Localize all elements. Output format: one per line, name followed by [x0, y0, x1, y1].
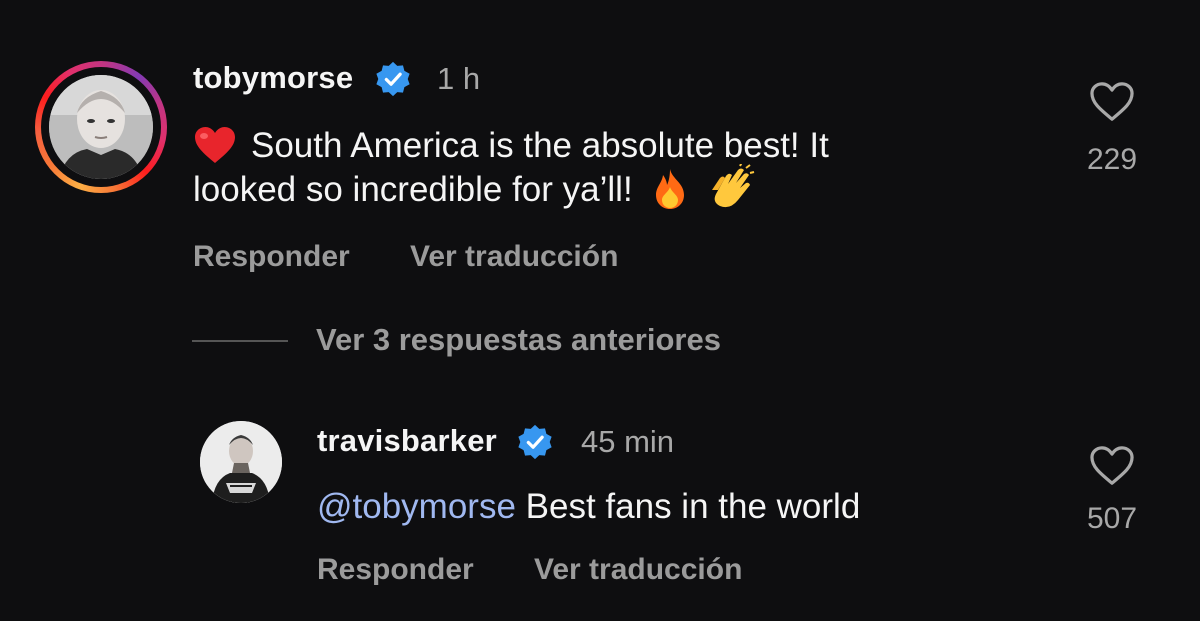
comment-text-line-1: South America is the absolute best! It — [251, 126, 829, 165]
comment-body: South America is the absolute best! It l… — [193, 124, 829, 212]
fire-emoji-icon — [656, 168, 685, 209]
comment-text-line-2: looked so incredible for ya’ll! — [193, 170, 633, 209]
reply-button[interactable]: Responder — [317, 553, 474, 587]
avatar-photo — [49, 75, 153, 179]
red-heart-emoji-icon — [195, 126, 235, 163]
comment-line-2: looked so incredible for ya’ll! — [193, 163, 829, 212]
like-heart-icon[interactable] — [1089, 81, 1135, 123]
see-translation-button[interactable]: Ver traducción — [410, 240, 618, 274]
mention-link[interactable]: @tobymorse — [317, 487, 516, 526]
comment-timestamp: 45 min — [581, 424, 675, 459]
comment-text: Best fans in the world — [515, 487, 861, 526]
clapping-hands-emoji-icon — [712, 163, 755, 207]
verified-badge-icon — [518, 424, 552, 460]
comment-username[interactable]: travisbarker — [317, 423, 497, 459]
verified-badge-icon — [376, 61, 410, 97]
comment-line-1: South America is the absolute best! It — [193, 124, 829, 168]
reply-button[interactable]: Responder — [193, 240, 350, 274]
avatar-travisbarker[interactable] — [200, 421, 282, 503]
avatar-tobymorse[interactable] — [49, 75, 153, 179]
comment-timestamp: 1 h — [437, 61, 481, 96]
like-count: 507 — [1086, 502, 1138, 535]
comment-username[interactable]: tobymorse — [193, 60, 353, 96]
view-previous-replies-button[interactable]: Ver 3 respuestas anteriores — [316, 322, 721, 358]
like-heart-icon[interactable] — [1089, 445, 1135, 487]
avatar-photo — [200, 421, 282, 503]
like-count: 229 — [1086, 143, 1138, 176]
replies-divider — [192, 340, 288, 342]
story-ring-avatar[interactable] — [35, 61, 167, 193]
see-translation-button[interactable]: Ver traducción — [534, 553, 742, 587]
comment-body: @tobymorse Best fans in the world — [317, 485, 860, 529]
